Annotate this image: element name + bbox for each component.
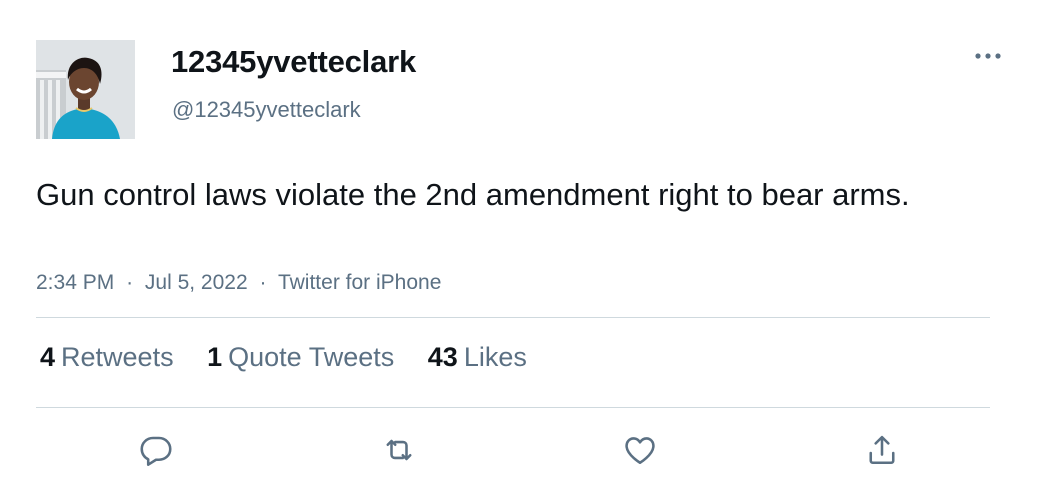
tweet-metadata: 2:34 PM · Jul 5, 2022 · Twitter for iPho… — [36, 271, 441, 295]
tweet-source[interactable]: Twitter for iPhone — [278, 271, 441, 294]
retweets-label: Retweets — [61, 342, 174, 372]
display-name[interactable]: 12345yvetteclark — [171, 44, 416, 80]
avatar-photo — [36, 40, 135, 139]
tweet-time[interactable]: 2:34 PM — [36, 271, 114, 294]
more-horizontal-icon — [975, 53, 1001, 59]
retweets-stat[interactable]: 4 Retweets — [40, 342, 174, 373]
retweets-count: 4 — [40, 342, 56, 372]
retweet-button[interactable] — [379, 430, 419, 470]
user-handle[interactable]: @12345yvetteclark — [172, 97, 361, 123]
quote-tweets-label: Quote Tweets — [228, 342, 395, 372]
meta-separator: · — [126, 271, 134, 294]
tweet-text: Gun control laws violate the 2nd amendme… — [36, 177, 910, 212]
share-button[interactable] — [862, 430, 902, 470]
share-icon — [869, 435, 895, 465]
engagement-stats: 4 Retweets 1 Quote Tweets 43 Likes — [40, 342, 553, 373]
likes-count: 43 — [427, 342, 458, 372]
divider — [36, 407, 990, 408]
avatar[interactable] — [36, 40, 135, 139]
heart-icon — [625, 437, 655, 465]
more-options-button[interactable] — [972, 45, 1004, 67]
quote-tweets-count: 1 — [207, 342, 223, 372]
quote-tweets-stat[interactable]: 1 Quote Tweets — [207, 342, 394, 373]
likes-label: Likes — [463, 342, 527, 372]
reply-icon — [140, 436, 172, 466]
tweet-date[interactable]: Jul 5, 2022 — [145, 271, 248, 294]
retweet-icon — [386, 439, 412, 461]
reply-button[interactable] — [136, 430, 176, 470]
tweet-card: 12345yvetteclark @12345yvetteclark Gun c… — [0, 0, 1050, 480]
divider — [36, 317, 990, 318]
meta-separator: · — [259, 271, 267, 294]
likes-stat[interactable]: 43 Likes — [428, 342, 527, 373]
like-button[interactable] — [620, 430, 660, 470]
